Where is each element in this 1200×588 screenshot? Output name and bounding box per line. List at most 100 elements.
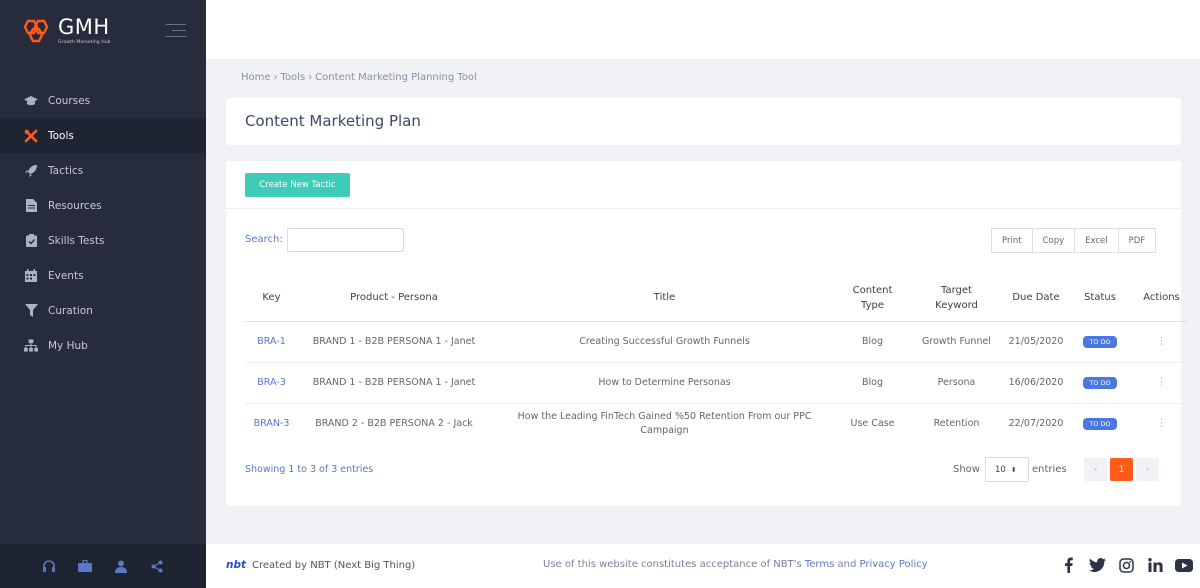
headset-icon[interactable] xyxy=(42,559,56,573)
share-icon[interactable] xyxy=(150,559,164,573)
search-input[interactable] xyxy=(287,228,404,252)
menu-toggle-icon[interactable] xyxy=(166,24,186,42)
sidebar-item-label: My Hub xyxy=(48,339,88,352)
more-actions-icon[interactable]: ⋮ xyxy=(1157,418,1167,429)
terms-link[interactable]: Terms xyxy=(805,559,834,570)
column-header-content-type[interactable]: Content Type xyxy=(839,275,906,322)
print-button[interactable]: Print xyxy=(991,228,1033,253)
briefcase-icon[interactable] xyxy=(78,559,92,573)
row-keyword: Retention xyxy=(933,417,980,429)
table-row: BRA-3 BRAND 1 - B2B PERSONA 1 - Janet Ho… xyxy=(245,362,1188,404)
row-title: How the Leading FinTech Gained %50 Reten… xyxy=(517,410,812,436)
linkedin-icon[interactable] xyxy=(1146,556,1164,574)
sidebar: GMH Growth Marketing Hub Courses Tools T… xyxy=(0,0,206,588)
row-keyword: Growth Funnel xyxy=(906,321,1007,363)
page-title: Content Marketing Plan xyxy=(245,112,421,130)
row-status: TO DO xyxy=(1065,362,1135,404)
breadcrumb: Home › Tools › Content Marketing Planning To… xyxy=(241,72,477,83)
row-due-date: 16/06/2020 xyxy=(1007,362,1065,404)
page-size-select[interactable]: 10 ⬍ xyxy=(984,457,1029,482)
row-actions: ⋮ xyxy=(1135,403,1188,444)
column-header-title[interactable]: Title xyxy=(490,275,839,322)
sidebar-item-tools[interactable]: Tools xyxy=(0,118,206,153)
social-links xyxy=(1059,556,1193,574)
nbt-logo[interactable]: nbt xyxy=(226,559,246,571)
filter-icon xyxy=(24,304,38,318)
row-due-date: 21/05/2020 xyxy=(1007,321,1065,363)
column-header-key[interactable]: Key xyxy=(245,275,298,322)
table-info: Showing 1 to 3 of 3 entries xyxy=(245,464,374,475)
sidebar-item-curation[interactable]: Curation xyxy=(0,293,206,328)
next-page-button[interactable]: › xyxy=(1136,458,1159,481)
copy-button[interactable]: Copy xyxy=(1031,228,1076,253)
search-label: Search: xyxy=(245,234,283,245)
sidebar-item-my-hub[interactable]: My Hub xyxy=(0,328,206,363)
pdf-button[interactable]: PDF xyxy=(1117,228,1157,253)
column-header-product-persona[interactable]: Product - Persona xyxy=(298,275,490,322)
status-badge: TO DO xyxy=(1083,417,1117,431)
sidebar-nav: Courses Tools Tactics Resources Skills T… xyxy=(0,83,206,363)
create-new-tactic-button[interactable]: Create New Tactic xyxy=(245,173,350,197)
status-badge: TO DO xyxy=(1083,335,1117,348)
divider xyxy=(226,208,1181,209)
sidebar-item-skills-tests[interactable]: Skills Tests xyxy=(0,223,206,258)
twitter-icon[interactable] xyxy=(1088,556,1106,574)
chevron-right-icon: › xyxy=(308,72,313,83)
footer-legal: Use of this website constitutes acceptan… xyxy=(543,559,928,570)
show-label: Show xyxy=(953,464,980,475)
column-header-target-keyword[interactable]: Target Keyword xyxy=(906,275,1007,322)
facebook-icon[interactable] xyxy=(1059,556,1077,574)
user-icon[interactable] xyxy=(114,559,128,573)
breadcrumb-tools[interactable]: Tools xyxy=(281,72,306,83)
sidebar-item-label: Tools xyxy=(48,129,74,142)
breadcrumb-current: Content Marketing Planning Tool xyxy=(315,72,477,83)
status-badge: TO DO xyxy=(1083,376,1117,389)
row-key-link[interactable]: BRAN-3 xyxy=(245,403,298,444)
youtube-icon[interactable] xyxy=(1175,556,1193,574)
breadcrumb-home[interactable]: Home xyxy=(241,72,271,83)
gmh-logo-icon xyxy=(23,19,49,43)
row-actions: ⋮ xyxy=(1135,362,1188,404)
sidebar-item-label: Curation xyxy=(48,304,93,317)
sidebar-item-label: Skills Tests xyxy=(48,234,105,247)
row-key-link[interactable]: BRA-1 xyxy=(245,321,298,363)
tools-icon xyxy=(24,129,38,143)
excel-button[interactable]: Excel xyxy=(1074,228,1119,253)
instagram-icon[interactable] xyxy=(1117,556,1135,574)
export-buttons: Print Copy Excel PDF xyxy=(991,228,1157,253)
plan-table: Key Product - Persona Title Content Type… xyxy=(245,275,1188,444)
more-actions-icon[interactable]: ⋮ xyxy=(1157,336,1167,347)
brand-tagline: Growth Marketing Hub xyxy=(58,40,111,45)
row-persona: BRAND 2 - B2B PERSONA 2 - Jack xyxy=(315,417,473,429)
legal-text: Use of this website constitutes acceptan… xyxy=(543,559,805,570)
row-persona: BRAND 1 - B2B PERSONA 1 - Janet xyxy=(298,362,490,404)
sidebar-item-label: Resources xyxy=(48,199,102,212)
footer-credit: nbt Created by NBT (Next Big Thing) xyxy=(226,559,415,571)
row-title: How to Determine Personas xyxy=(490,362,839,404)
sidebar-item-resources[interactable]: Resources xyxy=(0,188,206,223)
column-header-status[interactable]: Status xyxy=(1065,275,1135,322)
prev-page-button[interactable]: ‹ xyxy=(1084,458,1107,481)
document-icon xyxy=(24,199,38,213)
row-persona: BRAND 1 - B2B PERSONA 1 - Janet xyxy=(298,321,490,363)
column-header-actions: Actions xyxy=(1135,275,1188,322)
sidebar-item-courses[interactable]: Courses xyxy=(0,83,206,118)
more-actions-icon[interactable]: ⋮ xyxy=(1157,377,1167,388)
sidebar-item-tactics[interactable]: Tactics xyxy=(0,153,206,188)
page-1-button[interactable]: 1 xyxy=(1110,458,1133,481)
chevron-right-icon: › xyxy=(273,72,278,83)
column-header-due-date[interactable]: Due Date xyxy=(1007,275,1065,322)
entries-label: entries xyxy=(1031,464,1067,475)
row-content-type: Blog xyxy=(839,362,906,404)
privacy-policy-link[interactable]: Privacy Policy xyxy=(859,559,927,570)
rocket-icon xyxy=(24,164,38,178)
table-header-row: Key Product - Persona Title Content Type… xyxy=(245,275,1188,322)
row-key-link[interactable]: BRA-3 xyxy=(245,362,298,404)
row-status: TO DO xyxy=(1065,321,1135,363)
sidebar-item-events[interactable]: Events xyxy=(0,258,206,293)
sidebar-item-label: Events xyxy=(48,269,84,282)
row-content-type: Use Case xyxy=(850,417,895,429)
plan-card: Create New Tactic Search: Print Copy Exc… xyxy=(226,161,1188,506)
credit-text: Created by NBT (Next Big Thing) xyxy=(252,559,416,571)
row-keyword: Persona xyxy=(906,362,1007,404)
